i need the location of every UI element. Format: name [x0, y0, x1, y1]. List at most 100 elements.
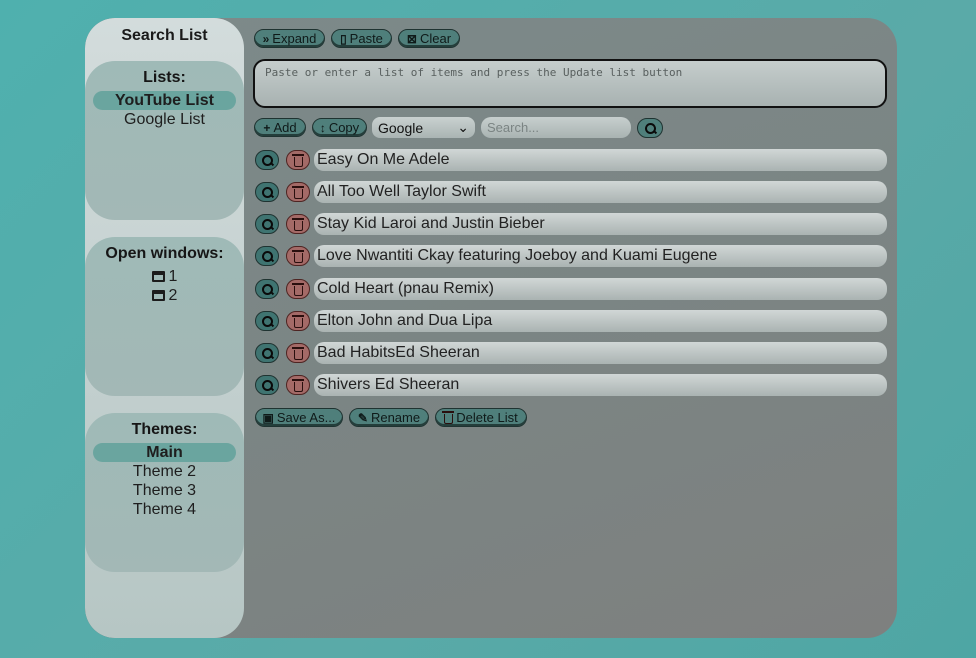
list-row: Elton John and Dua Lipa [255, 310, 887, 332]
clear-label: Clear [419, 31, 452, 46]
theme-item-2[interactable]: Theme 2 [93, 462, 236, 481]
rename-label: Rename [370, 410, 421, 425]
trash-icon [291, 379, 304, 392]
list-item-google[interactable]: Google List [93, 110, 236, 129]
row-search-button[interactable] [255, 182, 279, 202]
theme-item-main[interactable]: Main [93, 443, 236, 462]
list-item-youtube[interactable]: YouTube List [93, 91, 236, 110]
trash-icon [291, 218, 304, 231]
row-delete-button[interactable] [286, 214, 310, 234]
window-label: 2 [168, 287, 178, 304]
trash-icon [291, 283, 304, 296]
search-icon [261, 250, 273, 262]
list-input[interactable]: Paste or enter a list of items and press… [253, 59, 887, 108]
row-label[interactable]: Easy On Me Adele [314, 149, 887, 171]
search-icon [261, 315, 273, 327]
copy-button[interactable]: ↕ Copy [312, 118, 367, 137]
windows-heading: Open windows: [105, 245, 224, 262]
row-label[interactable]: All Too Well Taylor Swift [314, 181, 887, 203]
theme-item-4[interactable]: Theme 4 [93, 500, 236, 519]
list-row: Cold Heart (pnau Remix) [255, 278, 887, 300]
row-search-button[interactable] [255, 246, 279, 266]
search-icon [261, 186, 273, 198]
add-label: Add [273, 120, 297, 135]
row-label[interactable]: Bad HabitsEd Sheeran [314, 342, 887, 364]
copy-label: Copy [328, 120, 360, 135]
chevron-down-icon: ⌄ [457, 119, 469, 135]
row-search-button[interactable] [255, 279, 279, 299]
paste-label: Paste [349, 31, 383, 46]
row-delete-button[interactable] [286, 375, 310, 395]
window-label: 1 [168, 268, 178, 285]
pencil-icon: ✎ [357, 410, 368, 425]
window-item-2[interactable]: 2 [85, 286, 244, 305]
search-engine-value: Google [378, 119, 424, 136]
window-icon [151, 290, 165, 301]
row-search-button[interactable] [255, 214, 279, 234]
windows-panel: Open windows: 1 2 [85, 237, 244, 396]
search-icon [261, 347, 273, 359]
save-icon: ▣ [262, 410, 274, 425]
trash-icon [291, 154, 304, 167]
search-icon [644, 122, 656, 134]
expand-label: Expand [272, 31, 317, 46]
row-search-button[interactable] [255, 343, 279, 363]
list-row: Easy On Me Adele [255, 149, 887, 171]
row-search-button[interactable] [255, 311, 279, 331]
row-delete-button[interactable] [286, 246, 310, 266]
row-label[interactable]: Shivers Ed Sheeran [314, 374, 887, 396]
paste-button[interactable]: ▯ Paste [331, 29, 392, 48]
list-row: Bad HabitsEd Sheeran [255, 342, 887, 364]
list-row: Love Nwantiti Ckay featuring Joeboy and … [255, 245, 887, 267]
trash-icon [442, 410, 455, 424]
theme-item-3[interactable]: Theme 3 [93, 481, 236, 500]
save-as-label: Save As... [276, 410, 336, 425]
double-chevron-down-icon: » [262, 31, 270, 46]
row-label[interactable]: Cold Heart (pnau Remix) [314, 278, 887, 300]
row-label[interactable]: Love Nwantiti Ckay featuring Joeboy and … [314, 245, 887, 267]
add-button[interactable]: + Add [254, 118, 306, 137]
row-delete-button[interactable] [286, 311, 310, 331]
trash-icon [291, 347, 304, 360]
clear-button[interactable]: ⊠ Clear [398, 29, 460, 48]
app-window: Search List Lists: YouTube List Google L… [85, 18, 897, 638]
delete-list-button[interactable]: Delete List [435, 408, 527, 427]
themes-heading: Themes: [131, 421, 198, 438]
themes-panel: Themes: Main Theme 2 Theme 3 Theme 4 [85, 413, 244, 572]
save-as-button[interactable]: ▣ Save As... [255, 408, 343, 427]
row-label[interactable]: Elton John and Dua Lipa [314, 310, 887, 332]
search-icon [261, 218, 273, 230]
window-icon [151, 271, 165, 282]
lists-panel: Lists: YouTube List Google List [85, 61, 244, 220]
clipboard-icon: ▯ [340, 31, 347, 46]
row-delete-button[interactable] [286, 150, 310, 170]
row-search-button[interactable] [255, 150, 279, 170]
sidebar: Search List Lists: YouTube List Google L… [85, 18, 244, 638]
row-label[interactable]: Stay Kid Laroi and Justin Bieber [314, 213, 887, 235]
search-icon [261, 283, 273, 295]
close-box-icon: ⊠ [406, 31, 417, 46]
search-button[interactable] [637, 118, 663, 138]
row-delete-button[interactable] [286, 343, 310, 363]
search-input[interactable]: Search... [481, 117, 631, 138]
window-item-1[interactable]: 1 [85, 267, 244, 286]
rename-button[interactable]: ✎ Rename [349, 408, 429, 427]
lists-heading: Lists: [143, 69, 186, 86]
vertical-arrows-icon: ↕ [319, 120, 326, 135]
trash-icon [291, 250, 304, 263]
list-row: Stay Kid Laroi and Justin Bieber [255, 213, 887, 235]
row-delete-button[interactable] [286, 279, 310, 299]
trash-icon [291, 315, 304, 328]
list-row: Shivers Ed Sheeran [255, 374, 887, 396]
search-engine-select[interactable]: Google ⌄ [372, 117, 475, 138]
list-row: All Too Well Taylor Swift [255, 181, 887, 203]
expand-button[interactable]: » Expand [254, 29, 325, 48]
search-icon [261, 154, 273, 166]
trash-icon [291, 186, 304, 199]
delete-list-label: Delete List [456, 410, 518, 425]
app-title: Search List [121, 27, 208, 44]
plus-icon: + [263, 120, 271, 135]
row-delete-button[interactable] [286, 182, 310, 202]
search-icon [261, 379, 273, 391]
row-search-button[interactable] [255, 375, 279, 395]
